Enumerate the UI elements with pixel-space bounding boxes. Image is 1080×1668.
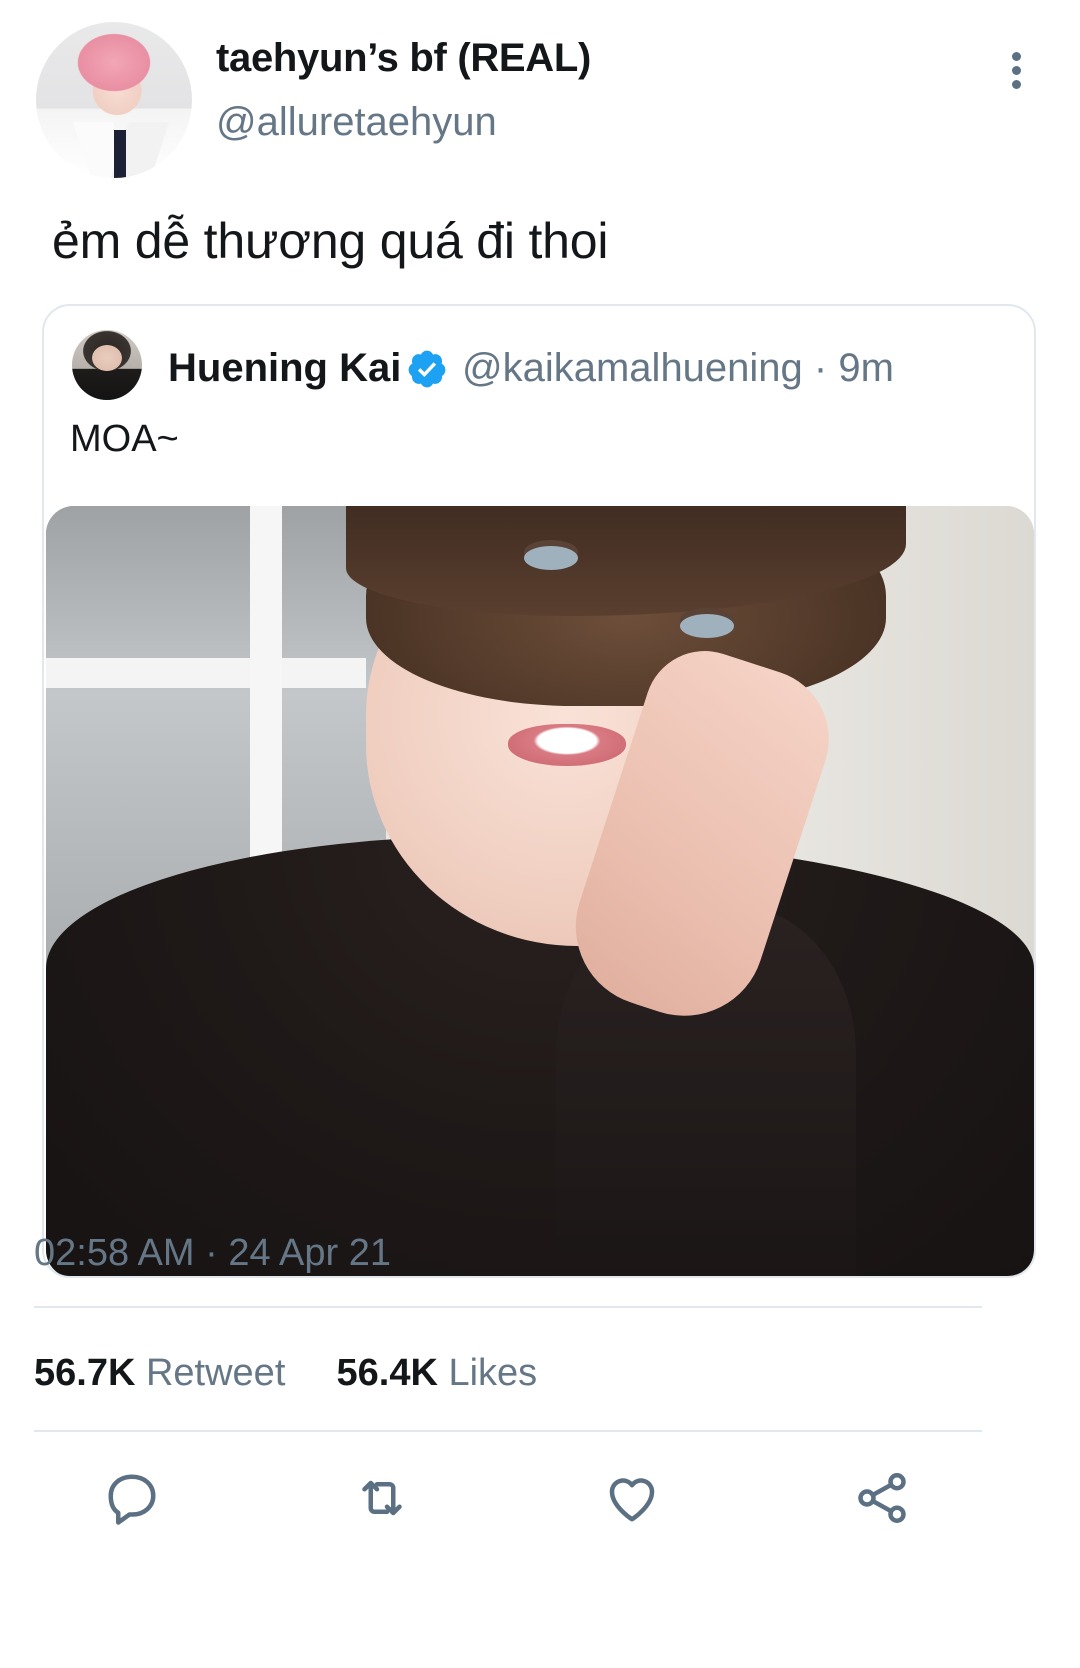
likes-count[interactable]: 56.4K (337, 1352, 438, 1394)
reply-icon[interactable] (102, 1468, 162, 1528)
tweet-timestamp: 02:58 AM · 24 Apr 21 (34, 1232, 392, 1274)
author-display-name[interactable]: taehyun’s bf (REAL) (216, 36, 591, 81)
quoted-tweet-photo[interactable] (46, 506, 1034, 1276)
share-icon[interactable] (852, 1468, 912, 1528)
author-handle[interactable]: @alluretaehyun (216, 100, 497, 145)
tweet-stats: 56.7K Retweet 56.4K Likes (34, 1352, 537, 1395)
quoted-tweet-card[interactable]: Huening Kai @kaikamalhuening · 9m MOA~ (42, 304, 1036, 1278)
divider (34, 1306, 982, 1308)
likes-label[interactable]: Likes (448, 1352, 537, 1394)
retweets-count[interactable]: 56.7K (34, 1352, 135, 1394)
quoted-tweet-text: MOA~ (70, 418, 179, 460)
like-icon[interactable] (602, 1468, 662, 1528)
verified-badge-icon (406, 348, 448, 390)
author-avatar[interactable] (36, 22, 192, 178)
divider (34, 1430, 982, 1432)
retweet-icon[interactable] (352, 1468, 412, 1528)
quoted-author-avatar[interactable] (72, 330, 142, 400)
tweet-text: ẻm dễ thương quá đi thoi (52, 213, 609, 269)
quoted-author-handle-time: @kaikamalhuening · 9m (462, 346, 894, 390)
more-options-icon[interactable] (1004, 52, 1028, 100)
quoted-author-name: Huening Kai (168, 346, 402, 390)
retweets-label[interactable]: Retweet (146, 1352, 285, 1394)
